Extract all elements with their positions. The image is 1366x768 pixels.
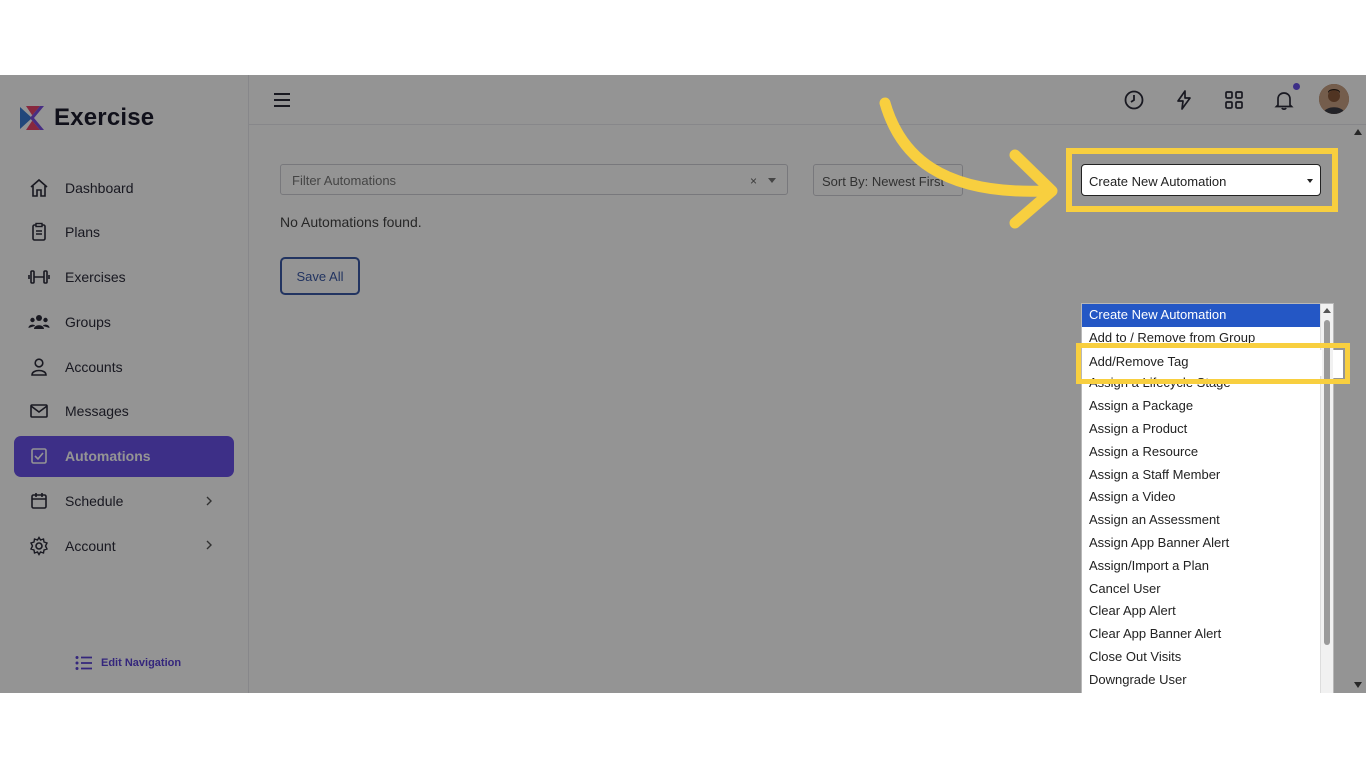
highlight-box-add-remove-tag xyxy=(1076,343,1350,384)
notification-dot xyxy=(1293,83,1300,90)
app-frame: Exercise Dashboard Plans Exercises Group… xyxy=(0,75,1366,693)
listbox-option[interactable]: Assign a Resource xyxy=(1082,441,1333,464)
grid-icon[interactable] xyxy=(1222,88,1246,112)
sidebar-nav: Dashboard Plans Exercises Groups Account… xyxy=(14,167,234,570)
hamburger-menu-icon[interactable] xyxy=(272,90,292,110)
listbox-option[interactable]: Create New Automation xyxy=(1082,304,1333,327)
edit-navigation-label: Edit Navigation xyxy=(101,657,182,669)
listbox-option[interactable]: Assign/Import a Plan xyxy=(1082,555,1333,578)
sidebar-item-label: Automations xyxy=(65,448,151,465)
chevron-down-icon[interactable] xyxy=(768,178,776,183)
sidebar-item-plans[interactable]: Plans xyxy=(14,212,234,253)
sidebar-item-automations[interactable]: Automations xyxy=(14,435,234,477)
chevron-right-icon xyxy=(206,540,212,550)
empty-state-message: No Automations found. xyxy=(280,214,422,230)
brand[interactable]: Exercise xyxy=(16,103,154,133)
sidebar-item-label: Exercises xyxy=(65,269,126,286)
sidebar-item-label: Accounts xyxy=(65,358,123,375)
sidebar-item-label: Groups xyxy=(65,313,111,330)
sidebar-item-schedule[interactable]: Schedule xyxy=(14,481,234,522)
listbox-option[interactable]: Cancel User xyxy=(1082,578,1333,601)
page-scroll-up-icon[interactable] xyxy=(1354,129,1362,135)
calendar-icon xyxy=(28,490,50,512)
sidebar-item-groups[interactable]: Groups xyxy=(14,301,234,342)
sidebar-item-accounts[interactable]: Accounts xyxy=(14,346,234,387)
home-icon xyxy=(28,177,50,199)
highlight-box-create-select xyxy=(1066,148,1338,212)
avatar[interactable] xyxy=(1319,84,1349,114)
edit-navigation-link[interactable]: Edit Navigation xyxy=(75,655,181,671)
listbox-option[interactable]: Clear App Banner Alert xyxy=(1082,623,1333,646)
listbox-option[interactable]: Assign a Package xyxy=(1082,395,1333,418)
users-icon xyxy=(28,311,50,333)
topbar xyxy=(249,75,1366,125)
listbox-option[interactable]: Assign App Banner Alert xyxy=(1082,532,1333,555)
brand-name: Exercise xyxy=(54,104,155,131)
filter-placeholder: Filter Automations xyxy=(292,173,397,188)
brand-logo-icon xyxy=(20,106,44,130)
clipboard-icon xyxy=(28,221,50,243)
sidebar: Exercise Dashboard Plans Exercises Group… xyxy=(0,75,249,693)
listbox-option[interactable]: Close Out Visits xyxy=(1082,646,1333,669)
sidebar-item-exercises[interactable]: Exercises xyxy=(14,257,234,298)
sidebar-item-messages[interactable]: Messages xyxy=(14,391,234,432)
sidebar-item-label: Schedule xyxy=(65,493,124,510)
bell-icon[interactable] xyxy=(1272,88,1296,112)
sidebar-item-dashboard[interactable]: Dashboard xyxy=(14,167,234,208)
user-icon xyxy=(28,356,50,378)
curved-arrow-icon xyxy=(879,97,1058,229)
page-scroll-down-icon[interactable] xyxy=(1354,682,1362,688)
listbox-option[interactable]: Assign a Staff Member xyxy=(1082,464,1333,487)
filter-automations-input[interactable]: Filter Automations × xyxy=(280,164,788,195)
mail-icon xyxy=(28,400,50,422)
save-all-button[interactable]: Save All xyxy=(280,257,360,295)
clear-filter-icon[interactable]: × xyxy=(750,174,757,188)
list-icon xyxy=(75,656,92,670)
sidebar-item-account[interactable]: Account xyxy=(14,525,234,566)
gear-icon xyxy=(28,535,50,557)
sidebar-item-label: Plans xyxy=(65,224,101,241)
sidebar-item-label: Account xyxy=(65,537,116,554)
listbox-option[interactable]: Downgrade User xyxy=(1082,669,1333,692)
sidebar-item-label: Messages xyxy=(65,403,129,420)
checkbox-icon xyxy=(28,445,50,467)
listbox-option[interactable]: Assign an Assessment xyxy=(1082,509,1333,532)
lightning-icon[interactable] xyxy=(1172,88,1196,112)
listbox-option[interactable]: Assign a Product xyxy=(1082,418,1333,441)
listbox-option[interactable]: Clear App Alert xyxy=(1082,600,1333,623)
dumbbell-icon xyxy=(28,266,50,288)
scroll-up-icon[interactable] xyxy=(1323,308,1331,313)
sidebar-item-label: Dashboard xyxy=(65,179,134,196)
listbox-option[interactable]: Assign a Video xyxy=(1082,486,1333,509)
clock-icon[interactable] xyxy=(1122,88,1146,112)
chevron-right-icon xyxy=(206,496,212,506)
avatar-portrait-icon xyxy=(1319,84,1349,114)
